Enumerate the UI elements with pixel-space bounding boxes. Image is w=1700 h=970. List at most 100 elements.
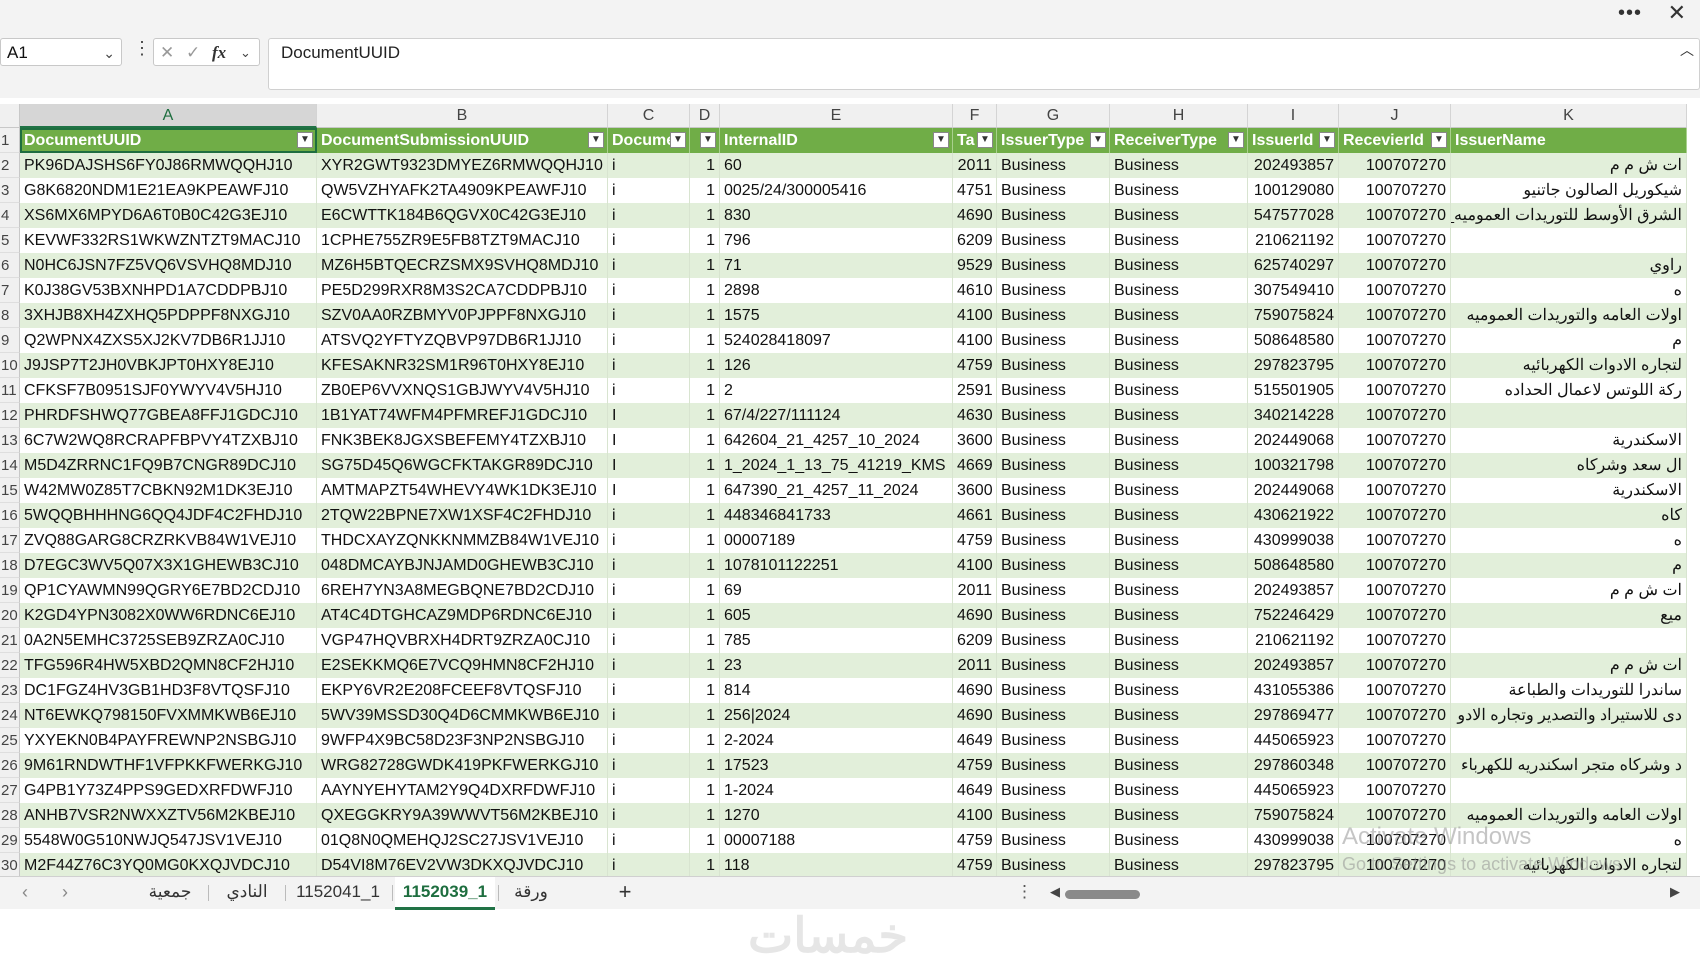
- table-cell[interactable]: Business: [997, 528, 1110, 553]
- table-cell[interactable]: 4661: [953, 503, 997, 528]
- table-cell[interactable]: Business: [1110, 653, 1248, 678]
- table-cell[interactable]: 515501905: [1248, 378, 1339, 403]
- table-header-cell[interactable]: IssuerName: [1451, 128, 1687, 153]
- row-number[interactable]: 16: [0, 503, 20, 528]
- table-cell[interactable]: 647390_21_4257_11_2024: [720, 478, 953, 503]
- table-cell[interactable]: Business: [997, 753, 1110, 778]
- table-cell[interactable]: Business: [1110, 228, 1248, 253]
- table-cell[interactable]: Business: [1110, 353, 1248, 378]
- chevron-up-icon[interactable]: ︿: [1680, 40, 1694, 60]
- table-cell[interactable]: i: [608, 753, 690, 778]
- table-cell[interactable]: ATSVQ2YFTYZQBVP97DB6R1JJ10: [317, 328, 608, 353]
- table-cell[interactable]: 4649: [953, 778, 997, 803]
- table-cell[interactable]: Business: [1110, 253, 1248, 278]
- table-header-cell[interactable]: ReceiverType ▼: [1110, 128, 1248, 153]
- table-cell[interactable]: i: [608, 778, 690, 803]
- row-number[interactable]: 1: [0, 128, 20, 153]
- name-box[interactable]: A1 ⌄: [0, 38, 122, 66]
- table-cell[interactable]: 430999038: [1248, 528, 1339, 553]
- table-cell[interactable]: 60: [720, 153, 953, 178]
- table-cell[interactable]: 297869477: [1248, 703, 1339, 728]
- table-cell[interactable]: 100707270: [1339, 678, 1451, 703]
- table-cell[interactable]: 100707270: [1339, 278, 1451, 303]
- table-cell[interactable]: 1: [690, 453, 720, 478]
- table-cell[interactable]: 605: [720, 603, 953, 628]
- table-cell[interactable]: Business: [1110, 153, 1248, 178]
- horizontal-scrollbar-thumb[interactable]: [1065, 890, 1140, 899]
- table-cell[interactable]: 642604_21_4257_10_2024: [720, 428, 953, 453]
- table-cell[interactable]: i: [608, 278, 690, 303]
- table-cell[interactable]: 100707270: [1339, 628, 1451, 653]
- table-cell[interactable]: Business: [997, 603, 1110, 628]
- row-number[interactable]: 27: [0, 778, 20, 803]
- table-cell[interactable]: 4100: [953, 303, 997, 328]
- row-number[interactable]: 20: [0, 603, 20, 628]
- table-cell[interactable]: 1: [690, 803, 720, 828]
- table-cell[interactable]: 4610: [953, 278, 997, 303]
- table-cell[interactable]: 2: [720, 378, 953, 403]
- table-cell[interactable]: Business: [1110, 853, 1248, 876]
- table-cell[interactable]: 307549410: [1248, 278, 1339, 303]
- table-cell[interactable]: 297823795: [1248, 353, 1339, 378]
- table-cell[interactable]: 1: [690, 353, 720, 378]
- row-number[interactable]: 11: [0, 378, 20, 403]
- table-cell[interactable]: 6REH7YN3A8MEGBQNE7BD2CDJ10: [317, 578, 608, 603]
- table-cell[interactable]: 1: [690, 753, 720, 778]
- table-cell[interactable]: 71: [720, 253, 953, 278]
- table-cell[interactable]: i: [608, 853, 690, 876]
- table-cell[interactable]: 4100: [953, 803, 997, 828]
- vertical-dots-icon[interactable]: ⋮: [133, 38, 151, 59]
- table-cell[interactable]: 759075824: [1248, 303, 1339, 328]
- table-cell[interactable]: Business: [1110, 328, 1248, 353]
- table-cell[interactable]: 048DMCAYBJNJAMD0GHEWB3CJ10: [317, 553, 608, 578]
- table-cell[interactable]: 100707270: [1339, 478, 1451, 503]
- table-cell[interactable]: Business: [997, 803, 1110, 828]
- table-cell[interactable]: 100707270: [1339, 753, 1451, 778]
- table-cell[interactable]: 625740297: [1248, 253, 1339, 278]
- table-cell[interactable]: N0HC6JSN7FZ5VQ6VSVHQ8MDJ10: [20, 253, 317, 278]
- table-cell[interactable]: 1575: [720, 303, 953, 328]
- table-cell[interactable]: i: [608, 153, 690, 178]
- table-cell[interactable]: 100707270: [1339, 503, 1451, 528]
- table-cell[interactable]: D54VI8M76EV2VW3DKXQJVDCJ10: [317, 853, 608, 876]
- table-cell[interactable]: 1: [690, 853, 720, 876]
- table-cell[interactable]: ال سعد وشركاه: [1451, 453, 1687, 478]
- table-cell[interactable]: 830: [720, 203, 953, 228]
- row-number[interactable]: 10: [0, 353, 20, 378]
- row-number[interactable]: 2: [0, 153, 20, 178]
- table-cell[interactable]: 340214228: [1248, 403, 1339, 428]
- table-cell[interactable]: 2011: [953, 153, 997, 178]
- table-header-cell[interactable]: DocumentSubmissionUUID ▼: [317, 128, 608, 153]
- table-cell[interactable]: Business: [1110, 478, 1248, 503]
- table-cell[interactable]: 100707270: [1339, 528, 1451, 553]
- table-cell[interactable]: i: [608, 353, 690, 378]
- table-cell[interactable]: 17523: [720, 753, 953, 778]
- table-cell[interactable]: 814: [720, 678, 953, 703]
- sheet-tab[interactable]: ورقة: [502, 877, 560, 907]
- table-cell[interactable]: i: [608, 378, 690, 403]
- row-number[interactable]: 19: [0, 578, 20, 603]
- table-cell[interactable]: W42MW0Z85T7CBKN92M1DK3EJ10: [20, 478, 317, 503]
- scroll-right-icon[interactable]: ▶: [1670, 877, 1680, 907]
- spreadsheet-grid[interactable]: A B C D E F G H I J K 1 DocumentUUID ▼ DocumentSubmiss…: [0, 104, 1700, 876]
- table-cell[interactable]: i: [608, 653, 690, 678]
- table-cell[interactable]: Business: [1110, 178, 1248, 203]
- table-cell[interactable]: 1: [690, 503, 720, 528]
- table-header-cell[interactable]: DocumentUUID ▼: [20, 128, 317, 153]
- table-cell[interactable]: ات ش م م: [1451, 653, 1687, 678]
- table-cell[interactable]: 3XHJB8XH4ZXHQ5PDPPF8NXGJ10: [20, 303, 317, 328]
- table-cell[interactable]: 100707270: [1339, 153, 1451, 178]
- table-cell[interactable]: اولات العامه والتوريدات العموميه: [1451, 303, 1687, 328]
- table-cell[interactable]: 1: [690, 553, 720, 578]
- enter-icon[interactable]: ✓: [186, 39, 200, 67]
- table-cell[interactable]: شيكوريل الصالون جاتنيو: [1451, 178, 1687, 203]
- table-cell[interactable]: SZV0AA0RZBMYV0PJPPF8NXGJ10: [317, 303, 608, 328]
- table-cell[interactable]: 445065923: [1248, 728, 1339, 753]
- table-cell[interactable]: 1: [690, 778, 720, 803]
- table-cell[interactable]: 100707270: [1339, 378, 1451, 403]
- table-cell[interactable]: 4100: [953, 553, 997, 578]
- table-cell[interactable]: KEVWF332RS1WKWZNTZT9MACJ10: [20, 228, 317, 253]
- table-cell[interactable]: 100707270: [1339, 253, 1451, 278]
- row-number[interactable]: 28: [0, 803, 20, 828]
- table-cell[interactable]: Business: [997, 628, 1110, 653]
